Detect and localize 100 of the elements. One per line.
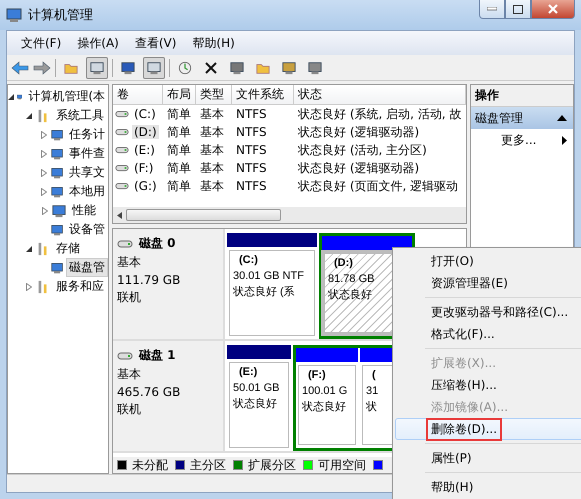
- table-cell[interactable]: (G:): [132, 179, 159, 193]
- tree-item[interactable]: 设备管: [66, 220, 108, 239]
- table-cell[interactable]: (F:): [132, 161, 156, 175]
- table-cell-text: NTFS: [235, 125, 268, 139]
- table-cell-text: 简单: [166, 106, 192, 122]
- menu-item[interactable]: 操作(A): [69, 34, 127, 52]
- tree-item[interactable]: 任务计: [66, 125, 108, 144]
- collapse-arrow-icon[interactable]: [557, 115, 567, 121]
- expand-arrow-icon[interactable]: [40, 168, 47, 176]
- collapse-arrow-icon[interactable]: [26, 112, 32, 118]
- show-actions-button[interactable]: [143, 56, 165, 78]
- expand-arrow-icon[interactable]: [42, 206, 48, 214]
- expand-arrow-icon[interactable]: [40, 130, 47, 138]
- close-icon: [204, 60, 218, 74]
- column-header[interactable]: 文件系统: [232, 85, 294, 104]
- partition-status: 状态良好 (系: [233, 285, 295, 299]
- tree-item[interactable]: 计算机管理(本: [25, 87, 108, 106]
- menu-item[interactable]: 属性(P): [395, 447, 581, 469]
- expand-arrow-icon[interactable]: [40, 150, 47, 158]
- panel-icon: [147, 60, 161, 74]
- item-icon: [50, 222, 63, 236]
- table-cell[interactable]: (C:): [132, 107, 158, 121]
- menu-item[interactable]: 删除卷(D)...: [395, 418, 581, 440]
- column-header[interactable]: 布局: [163, 85, 196, 104]
- legend-label: 扩展分区: [248, 456, 296, 474]
- item-icon: [50, 128, 63, 142]
- table-cell-text: 基本: [199, 142, 225, 158]
- expand-arrow-icon[interactable]: [40, 188, 47, 196]
- forward-arrow-icon[interactable]: [33, 60, 51, 74]
- legend-label: 未分配: [132, 456, 168, 474]
- column-header[interactable]: 状态: [294, 85, 466, 104]
- partition-size: 50.01 GB: [233, 381, 280, 395]
- tree-item[interactable]: 服务和应: [53, 277, 107, 296]
- window-title: 计算机管理: [28, 7, 93, 24]
- actions-header: 操作: [471, 85, 573, 107]
- tree-item[interactable]: 存储: [53, 239, 83, 258]
- show-tree-button[interactable]: [86, 56, 108, 78]
- table-cell-text: 基本: [199, 106, 225, 122]
- table-cell-text: 基本: [199, 124, 225, 140]
- table-cell[interactable]: (E:): [132, 143, 157, 157]
- menu-item[interactable]: 帮助(H): [395, 476, 581, 498]
- maximize-button[interactable]: [505, 0, 531, 19]
- partition-status: 状态良好: [233, 397, 277, 411]
- table-cell-text: 状态良好 (逻辑驱动器): [297, 160, 420, 176]
- column-header[interactable]: 卷: [113, 85, 163, 104]
- menu-item[interactable]: 查看(V): [126, 34, 184, 52]
- disk-size: 465.76 GB: [117, 385, 182, 399]
- expand-arrow-icon[interactable]: [26, 282, 32, 290]
- partition-block[interactable]: (E:) 50.01 GB 状态良好: [229, 362, 289, 448]
- table-cell-text: 简单: [166, 178, 192, 194]
- tree-item[interactable]: 系统工具: [53, 106, 107, 125]
- tree-item[interactable]: 共享文: [66, 163, 108, 182]
- collapse-arrow-icon[interactable]: [8, 94, 14, 100]
- back-arrow-icon[interactable]: [11, 60, 29, 74]
- table-cell-text: NTFS: [235, 107, 268, 121]
- item-icon: [50, 166, 63, 180]
- close-icon: [548, 4, 558, 14]
- logical-partition-bar: [296, 348, 358, 362]
- partition-size: 30.01 GB NTF: [233, 269, 304, 283]
- menu-item[interactable]: 帮助(H): [184, 34, 243, 52]
- column-header[interactable]: 类型: [196, 85, 232, 104]
- tree-item[interactable]: 磁盘管: [66, 258, 108, 277]
- computer-icon: [6, 7, 22, 23]
- partition-label: (E:): [238, 365, 258, 379]
- partition-size: 100.01 G: [302, 384, 348, 398]
- partition-label: (D:): [333, 256, 353, 270]
- partition-size: 81.78 GB: [328, 272, 374, 286]
- table-cell[interactable]: (D:): [132, 125, 159, 139]
- item-icon: [50, 260, 63, 274]
- minimize-button[interactable]: [479, 0, 505, 19]
- disk-status: 联机: [117, 289, 142, 306]
- table-cell-text: 状态良好 (逻辑驱动器): [297, 124, 420, 140]
- menu-item[interactable]: 文件(F): [13, 34, 70, 52]
- table-cell-text: 状态良好 (系统, 启动, 活动, 故: [297, 106, 462, 122]
- item-icon: [50, 184, 63, 198]
- close-button[interactable]: [531, 0, 575, 19]
- table-cell-text: 状态良好 (活动, 主分区): [297, 142, 428, 158]
- disk-type: 基本: [117, 254, 142, 271]
- action-link[interactable]: 更多...: [501, 132, 536, 148]
- tree-item[interactable]: 本地用: [66, 182, 108, 201]
- table-cell-text: 状态良好 (页面文件, 逻辑驱动: [297, 178, 460, 194]
- partition-size: 31: [366, 384, 378, 398]
- scroll-left-icon[interactable]: [117, 212, 122, 218]
- horizontal-scrollbar[interactable]: [113, 207, 466, 223]
- partition-status: 状: [366, 400, 377, 414]
- submenu-arrow-icon: [562, 136, 567, 144]
- partition-status: 状态良好: [302, 400, 346, 414]
- tree-item[interactable]: 事件查: [66, 144, 108, 163]
- primary-partition-bar: [227, 345, 291, 359]
- disk-status: 联机: [117, 401, 142, 418]
- table-cell-text: 简单: [166, 160, 192, 176]
- table-cell-text: NTFS: [235, 143, 268, 157]
- tree-item[interactable]: 性能: [69, 201, 99, 220]
- collapse-arrow-icon[interactable]: [26, 246, 32, 252]
- legend-label: 可用空间: [318, 456, 366, 474]
- partition-status: 状态良好: [328, 288, 372, 302]
- partition-label: (C:): [238, 253, 258, 267]
- partition-block[interactable]: (C:) 30.01 GB NTF 状态良好 (系: [229, 250, 315, 336]
- partition-block[interactable]: (F:) 100.01 G 状态良好: [298, 365, 356, 445]
- minimize-icon: [487, 7, 497, 11]
